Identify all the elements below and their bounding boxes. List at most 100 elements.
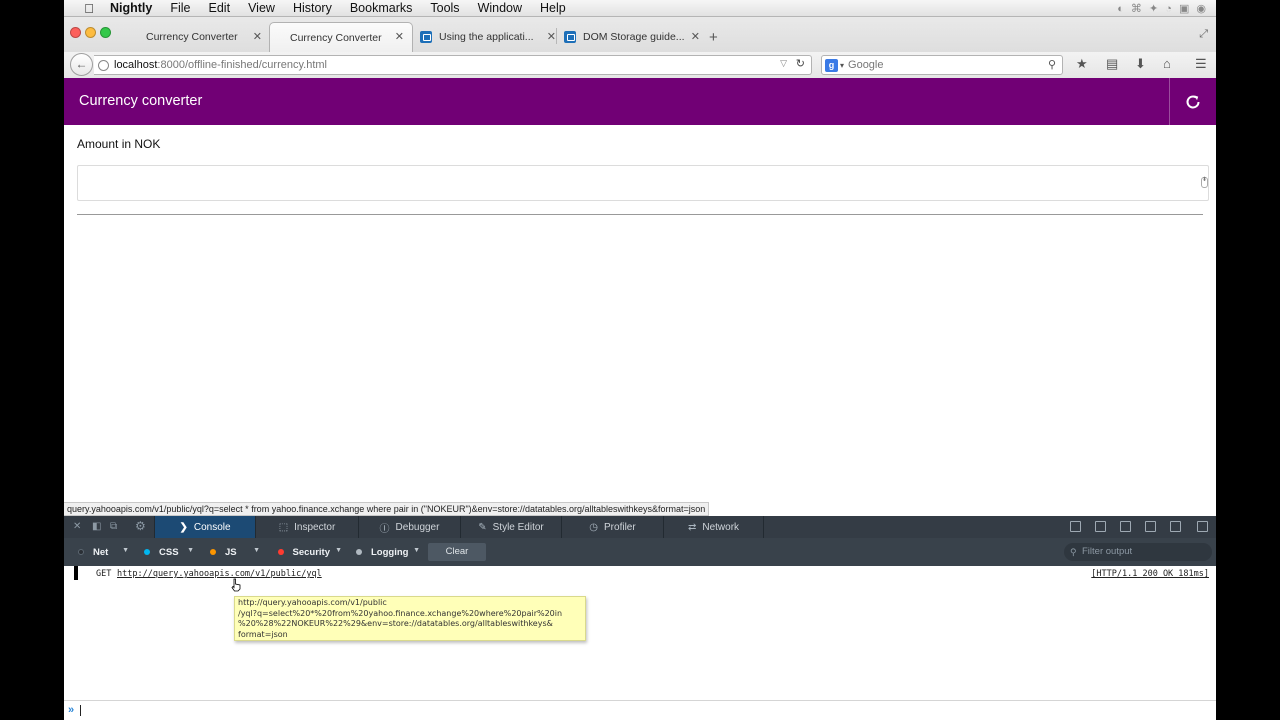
chevron-down-icon[interactable]: ▼ [253, 547, 260, 554]
chevron-down-icon[interactable]: ▼ [187, 547, 194, 554]
tab-label: Currency Converter [146, 31, 238, 43]
mac-menu-bar:  Nightly File Edit View History Bookmar… [64, 0, 1216, 17]
security-dot-icon [278, 549, 284, 555]
tab-currency-converter-1[interactable]: Currency Converter ✕ [122, 23, 270, 51]
inspector-icon: ⬚ [278, 521, 289, 533]
net-dot-icon [78, 549, 84, 555]
tab-debugger[interactable]: Ⓘ Debugger [358, 516, 460, 538]
search-engine-dropdown-icon[interactable]: ▾ [840, 61, 844, 70]
menu-view[interactable]: View [248, 1, 275, 15]
logging-dot-icon [356, 549, 362, 555]
responsive-mode-icon[interactable] [1095, 521, 1106, 532]
chevron-down-icon[interactable]: ▼ [335, 547, 342, 554]
clear-console-button[interactable]: Clear [428, 543, 486, 561]
dock-side-icon[interactable]: ◧ [92, 521, 101, 532]
menu-help[interactable]: Help [540, 1, 566, 15]
filter-output-placeholder: Filter output [1082, 546, 1133, 557]
hamburger-menu-icon[interactable]: ☰ [1195, 56, 1207, 72]
refresh-icon [1186, 95, 1200, 109]
console-prompt-icon: » [68, 704, 75, 716]
refresh-button[interactable] [1170, 78, 1216, 125]
reload-icon[interactable]: ↻ [796, 57, 805, 70]
split-console-icon[interactable] [1197, 521, 1208, 532]
new-tab-button[interactable]: + [709, 29, 718, 46]
tab-using-the-application[interactable]: Using the applicati... ✕ [420, 23, 556, 51]
bookmark-star-icon[interactable]: ★ [1076, 56, 1088, 72]
paint-flashing-icon[interactable] [1120, 521, 1131, 532]
url-tooltip: http://query.yahooapis.com/v1/public /yq… [234, 596, 586, 641]
console-input-line[interactable]: » [64, 700, 1216, 720]
chevron-down-icon[interactable]: ▼ [413, 547, 420, 554]
tab-inspector-label: Inspector [294, 521, 336, 533]
tab-close-icon[interactable]: ✕ [395, 30, 404, 43]
amount-label: Amount in NOK [77, 137, 161, 151]
google-engine-icon[interactable]: g [825, 58, 838, 72]
chevron-down-icon[interactable]: ▼ [122, 547, 129, 554]
tab-style-editor[interactable]: ✎ Style Editor [460, 516, 561, 538]
tab-close-icon[interactable]: ✕ [547, 30, 556, 43]
navigation-toolbar: ← localhost :8000/offline-finished/curre… [64, 52, 1216, 78]
tab-dom-storage-guide[interactable]: DOM Storage guide... ✕ [564, 23, 700, 51]
pick-element-icon[interactable] [1070, 521, 1081, 532]
filter-output-input[interactable]: ⚲ Filter output [1064, 543, 1212, 561]
window-minimize-button[interactable] [85, 27, 96, 38]
filter-js-label: JS [225, 546, 237, 558]
css-dot-icon [144, 549, 150, 555]
amount-input[interactable] [77, 165, 1209, 201]
3d-view-icon[interactable] [1145, 521, 1156, 532]
menu-tools[interactable]: Tools [430, 1, 459, 15]
network-icon: ⇄ [687, 521, 697, 533]
url-host: localhost [114, 59, 158, 71]
filter-net-button[interactable]: Net ▼ [70, 543, 129, 561]
result-divider [77, 214, 1203, 215]
separate-window-icon[interactable]: ⧉ [110, 521, 117, 532]
filter-css-label: CSS [159, 546, 179, 558]
menu-edit[interactable]: Edit [209, 1, 231, 15]
console-filter-bar: Net ▼ CSS ▼ JS ▼ Security ▼ Logging ▼ Cl… [64, 538, 1216, 566]
tab-label: DOM Storage guide... [583, 31, 685, 43]
tab-currency-converter-active[interactable]: Currency Converter ✕ [269, 22, 413, 52]
tab-close-icon[interactable]: ✕ [253, 30, 262, 43]
menu-window[interactable]: Window [478, 1, 522, 15]
tab-style-editor-label: Style Editor [492, 521, 544, 533]
tab-inspector[interactable]: ⬚ Inspector [255, 516, 358, 538]
scratchpad-icon[interactable] [1170, 521, 1181, 532]
filter-js-button[interactable]: JS ▼ [202, 543, 260, 561]
filter-css-button[interactable]: CSS ▼ [136, 543, 194, 561]
window-close-button[interactable] [70, 27, 81, 38]
fullscreen-icon[interactable]: ⤢ [1199, 28, 1208, 41]
menu-app-name[interactable]: Nightly [110, 1, 152, 15]
mdn-favicon-icon [420, 31, 432, 43]
tab-close-icon[interactable]: ✕ [691, 30, 700, 43]
downloads-icon[interactable]: ⬇ [1135, 56, 1146, 72]
url-bar[interactable]: localhost :8000/offline-finished/currenc… [94, 55, 812, 75]
url-history-dropdown-icon[interactable]: ▽ [780, 58, 787, 69]
devtools-settings-gear-icon[interactable]: ⚙ [135, 519, 146, 533]
search-bar[interactable]: g ▾ Google ⚲ [821, 55, 1063, 75]
home-icon[interactable]: ⌂ [1163, 56, 1171, 71]
filter-security-label: Security [292, 546, 331, 558]
tab-network[interactable]: ⇄ Network [663, 516, 764, 538]
apple-menu-icon[interactable]:  [80, 1, 98, 16]
tab-profiler-label: Profiler [604, 521, 636, 533]
back-button[interactable]: ← [70, 53, 93, 76]
menu-file[interactable]: File [170, 1, 190, 15]
text-caret [80, 705, 81, 716]
request-url-link[interactable]: http://query.yahooapis.com/v1/public/yql [117, 569, 322, 579]
devtools-close-icon[interactable]: ✕ [73, 521, 81, 532]
bookmarks-menu-icon[interactable]: ▤ [1106, 56, 1118, 72]
number-spinner-icon[interactable]: ⬍ [1201, 177, 1208, 188]
tab-label: Using the applicati... [439, 31, 534, 43]
app-title: Currency converter [79, 93, 203, 109]
menu-history[interactable]: History [293, 1, 332, 15]
tab-profiler[interactable]: ◷ Profiler [561, 516, 663, 538]
tab-network-label: Network [702, 521, 740, 533]
menu-bookmarks[interactable]: Bookmarks [350, 1, 413, 15]
site-identity-icon[interactable] [98, 59, 109, 71]
request-status-link[interactable]: [HTTP/1.1 200 OK 181ms] [1091, 569, 1209, 579]
window-zoom-button[interactable] [100, 27, 111, 38]
filter-logging-button[interactable]: Logging ▼ [348, 543, 420, 561]
filter-security-button[interactable]: Security ▼ [270, 543, 342, 561]
tab-console[interactable]: ❯ Console [154, 516, 255, 538]
search-icon[interactable]: ⚲ [1048, 58, 1056, 71]
